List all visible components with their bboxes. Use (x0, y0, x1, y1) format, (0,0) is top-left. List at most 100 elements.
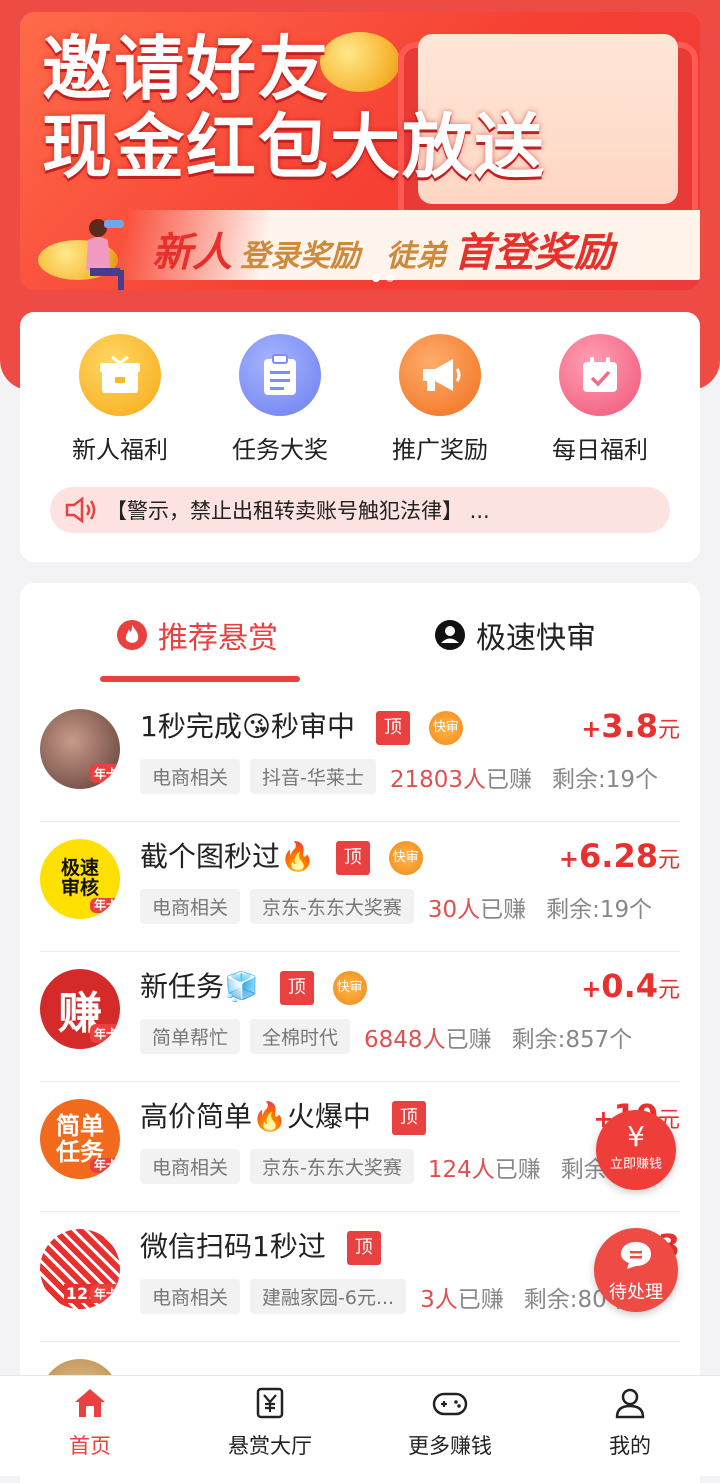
remaining-count: 剩余:857个 (511, 1026, 633, 1053)
quick-menu-card: 新人福利 任务大奖 推广奖励 每日福利 【警示，禁止出租转卖账号触犯法律】 ..… (20, 312, 700, 562)
task-row[interactable]: 极速审核 年卡 截个图秒过🔥 顶 快审 +6.28元 电商相关 京东-东东大奖赛… (40, 821, 680, 952)
promo-banner[interactable]: 邀请好友 现金红包大放送 新人 登录奖励 徒弟 首登奖励 (20, 12, 700, 290)
gold-coin-icon (320, 32, 400, 92)
home-icon (75, 1389, 105, 1417)
task-avatar: 极速审核 年卡 (40, 839, 120, 919)
remaining-count: 剩余:19个 (546, 896, 653, 923)
category-chip: 电商相关 (140, 1279, 241, 1314)
platform-chip: 建融家园-6元... (250, 1279, 407, 1314)
gamepad-icon (432, 1392, 468, 1416)
fast-review-tag: 快审 (332, 971, 367, 1005)
yen-doc-icon (256, 1387, 284, 1419)
speaker-icon (65, 496, 96, 524)
tab-fast-review[interactable]: 极速快审 (434, 613, 596, 657)
annual-card-badge: 年卡 (89, 898, 120, 913)
fast-review-tag: 快审 (388, 841, 423, 875)
task-reward: +0.4元 (581, 967, 680, 1005)
task-title-line: 微信扫码1秒过 顶 (140, 1225, 381, 1265)
banner-ribbon-text: 新人 登录奖励 徒弟 首登奖励 (152, 230, 614, 276)
top-tag: 顶 (279, 971, 314, 1005)
calendar-check-icon (559, 334, 641, 416)
task-title: 新任务🧊 (140, 970, 259, 1003)
task-reward: +3.8元 (581, 707, 680, 745)
category-chip: 简单帮忙 (140, 1019, 241, 1054)
task-title: 微信扫码1秒过 (140, 1230, 326, 1263)
task-avatar: 赚 年卡 (40, 969, 120, 1049)
notice-bar[interactable]: 【警示，禁止出租转卖账号触犯法律】 ... (50, 487, 670, 533)
chat-bubble-icon (621, 1242, 651, 1269)
quick-item-new-user-benefit[interactable]: 新人福利 (40, 334, 200, 465)
quick-item-label: 新人福利 (72, 436, 168, 464)
banner-title-line2: 现金红包大放送 (42, 106, 546, 188)
platform-chip: 京东-东东大奖赛 (250, 1149, 414, 1184)
megaphone-person-illustration (86, 219, 124, 290)
earned-count: 124人已赚 (427, 1156, 541, 1183)
bottom-navigation: 首页 悬赏大厅 更多赚钱 我的 (0, 1375, 720, 1476)
earn-now-label: 立即赚钱 (609, 1157, 662, 1172)
top-tag: 顶 (335, 841, 370, 875)
nav-label: 我的 (609, 1434, 651, 1458)
task-row[interactable]: 赚 年卡 新任务🧊 顶 快审 +0.4元 简单帮忙 全棉时代 6848人已赚 剩… (40, 951, 680, 1082)
active-tab-indicator (100, 676, 300, 682)
task-reward: +6.28元 (558, 837, 680, 875)
person-icon (615, 1388, 645, 1419)
earned-count: 3人已赚 (420, 1286, 504, 1313)
clipboard-icon (239, 334, 321, 416)
task-title-line: 新任务🧊 顶 快审 (140, 965, 367, 1005)
task-meta: 电商相关 建融家园-6元... 3人已赚 剩余:80个 (140, 1279, 630, 1314)
earn-now-button[interactable]: ¥ 立即赚钱 (596, 1110, 676, 1190)
task-avatar: 年卡 (40, 709, 120, 789)
nav-home[interactable]: 首页 (0, 1386, 180, 1460)
task-title-line: 高价简单🔥火爆中 顶 (140, 1095, 426, 1135)
task-row[interactable]: 年卡 1秒完成😘秒审中 顶 快审 +3.8元 电商相关 抖音-华莱士 21803… (40, 691, 680, 822)
quick-item-daily-benefit[interactable]: 每日福利 (520, 334, 680, 465)
nav-more-earning[interactable]: 更多赚钱 (360, 1386, 540, 1460)
quick-item-label: 推广奖励 (392, 436, 488, 464)
task-tabs: 推荐悬赏 极速快审 (20, 613, 700, 683)
notice-text: 【警示，禁止出租转卖账号触犯法律】 ... (106, 499, 490, 523)
fast-review-tag: 快审 (428, 711, 463, 745)
annual-card-badge: 年卡 (89, 1284, 120, 1303)
task-title: 截个图秒过🔥 (140, 840, 315, 873)
annual-card-badge: 年卡 (89, 1157, 120, 1173)
banner-pagination (372, 274, 394, 282)
task-list-card: 推荐悬赏 极速快审 年卡 1秒完成😘秒审中 顶 快审 +3.8元 电商相关 抖音… (20, 583, 700, 1483)
task-avatar: 12. 年卡 (40, 1229, 120, 1309)
nav-label: 更多赚钱 (408, 1434, 492, 1458)
nav-label: 首页 (69, 1434, 111, 1458)
pending-button[interactable]: 待处理 (594, 1228, 678, 1312)
nav-label: 悬赏大厅 (228, 1434, 312, 1458)
earned-count: 30人已赚 (427, 896, 527, 923)
tab-label: 极速快审 (476, 621, 596, 656)
remaining-count: 剩余:19个 (552, 766, 659, 793)
top-tag: 顶 (391, 1101, 426, 1135)
quick-item-promotion-reward[interactable]: 推广奖励 (360, 334, 520, 465)
category-chip: 电商相关 (140, 759, 241, 794)
task-row[interactable]: 12. 年卡 微信扫码1秒过 顶 +3 电商相关 建融家园-6元... 3人已赚… (40, 1211, 680, 1342)
avatar-text: 极速审核 (60, 857, 99, 899)
gift-icon (79, 334, 161, 416)
platform-chip: 抖音-华莱士 (250, 759, 376, 794)
nav-profile[interactable]: 我的 (540, 1386, 720, 1460)
task-title: 1秒完成😘秒审中 (140, 710, 356, 743)
earned-count: 6848人已赚 (364, 1026, 492, 1053)
banner-title-line1: 邀请好友 (42, 28, 330, 110)
quick-item-task-prize[interactable]: 任务大奖 (200, 334, 360, 465)
task-meta: 电商相关 京东-东东大奖赛 124人已赚 剩余 (140, 1149, 607, 1184)
quick-item-label: 任务大奖 (232, 436, 328, 464)
annual-card-badge: 年卡 (89, 1024, 120, 1043)
yen-icon: ¥ (627, 1120, 645, 1153)
task-avatar: 简单任务 年卡 (40, 1099, 120, 1179)
tab-recommended[interactable]: 推荐悬赏 (116, 613, 278, 657)
task-title-line: 1秒完成😘秒审中 顶 快审 (140, 705, 463, 745)
top-tag: 顶 (375, 711, 410, 745)
quick-item-label: 每日福利 (552, 436, 648, 464)
megaphone-icon (399, 334, 481, 416)
task-row[interactable]: 简单任务 年卡 高价简单🔥火爆中 顶 +10元 电商相关 京东-东东大奖赛 12… (40, 1081, 680, 1212)
category-chip: 电商相关 (140, 1149, 241, 1184)
nav-bounty-hall[interactable]: 悬赏大厅 (180, 1386, 360, 1460)
task-meta: 简单帮忙 全棉时代 6848人已赚 剩余:857个 (140, 1019, 632, 1054)
annual-card-badge: 年卡 (89, 764, 120, 783)
task-title-line: 截个图秒过🔥 顶 快审 (140, 835, 423, 875)
fire-icon (117, 620, 147, 650)
